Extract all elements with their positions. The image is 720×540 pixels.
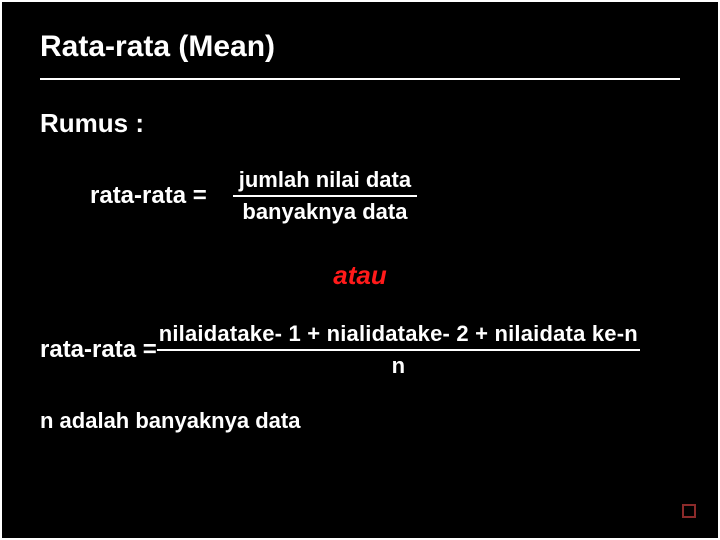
title-divider bbox=[40, 78, 680, 80]
formula-2: rata-rata = nilaidatake- 1 + nialidatake… bbox=[40, 321, 680, 380]
formula-1-fraction: jumlah nilai data banyaknya data bbox=[233, 167, 417, 226]
formula-2-lhs: rata-rata = bbox=[40, 336, 157, 364]
formula-2-fraction: nilaidatake- 1 + nialidatake- 2 + nilaid… bbox=[157, 321, 640, 380]
formula-2-denominator: n bbox=[386, 351, 411, 379]
or-label: atau bbox=[40, 260, 680, 291]
formula-1-denominator: banyaknya data bbox=[236, 197, 413, 225]
formula-1: rata-rata = jumlah nilai data banyaknya … bbox=[90, 167, 680, 226]
subtitle-rumus: Rumus : bbox=[40, 108, 680, 139]
formula-1-lhs: rata-rata = bbox=[90, 182, 207, 210]
note-n-definition: n adalah banyaknya data bbox=[40, 408, 680, 434]
slide-title: Rata-rata (Mean) bbox=[40, 30, 680, 64]
corner-accent-icon bbox=[682, 504, 696, 518]
formula-1-numerator: jumlah nilai data bbox=[233, 167, 417, 195]
formula-2-numerator: nilaidatake- 1 + nialidatake- 2 + nilaid… bbox=[157, 321, 640, 349]
slide-container: Rata-rata (Mean) Rumus : rata-rata = jum… bbox=[0, 0, 720, 540]
